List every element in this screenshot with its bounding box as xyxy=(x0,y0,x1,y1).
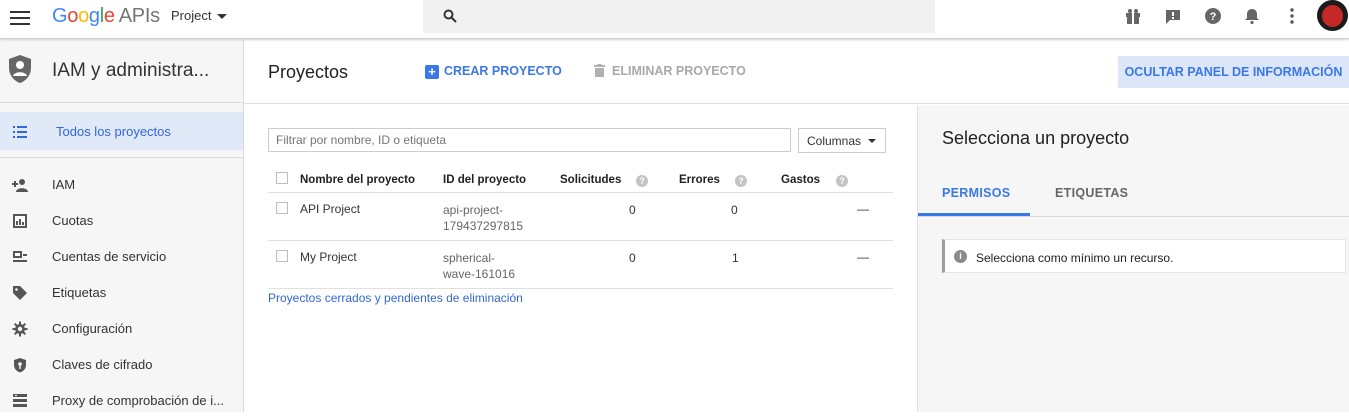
menu-icon[interactable] xyxy=(10,8,32,30)
project-picker-label: Project xyxy=(171,8,212,23)
top-app-bar: Google APIs Project ? xyxy=(0,0,1349,39)
costs-value: — xyxy=(857,202,869,216)
hide-info-panel-button[interactable]: OCULTAR PANEL DE INFORMACIÓN xyxy=(1118,56,1349,88)
avatar[interactable] xyxy=(1317,0,1348,31)
project-id-line1: spherical- xyxy=(443,251,496,265)
page-title: Proyectos xyxy=(268,62,349,82)
sidebar-item-labels[interactable]: Etiquetas xyxy=(0,275,243,311)
row-checkbox[interactable] xyxy=(276,202,288,214)
delete-project-button[interactable]: ELIMINAR PROYECTO xyxy=(594,64,746,78)
sidebar-item-quotas[interactable]: Cuotas xyxy=(0,203,243,239)
sidebar-item-label: Cuentas de servicio xyxy=(52,249,167,264)
sidebar-item-label: Configuración xyxy=(52,321,133,336)
shield-person-icon xyxy=(9,55,31,83)
label-icon xyxy=(13,286,27,300)
row-checkbox[interactable] xyxy=(276,250,288,262)
quota-icon xyxy=(13,214,27,228)
costs-value: — xyxy=(857,250,869,264)
tab-labels[interactable]: ETIQUETAS xyxy=(1055,186,1128,200)
help-icon[interactable]: ? xyxy=(735,175,747,187)
person-add-icon xyxy=(12,179,28,192)
logo-google-text: G xyxy=(52,5,68,27)
project-name[interactable]: My Project xyxy=(300,249,357,265)
info-notice: i Selecciona como mínimo un recurso. xyxy=(942,239,1346,273)
project-name[interactable]: API Project xyxy=(300,201,360,217)
column-header-errors[interactable]: Errores xyxy=(679,174,720,186)
chevron-down-icon xyxy=(868,139,876,143)
sidebar-header: IAM y administra... xyxy=(0,40,243,103)
info-panel-tabs: PERMISOS ETIQUETAS xyxy=(918,170,1349,217)
chevron-down-icon xyxy=(217,14,228,20)
info-icon: i xyxy=(954,250,967,263)
search-icon xyxy=(443,9,457,23)
list-icon xyxy=(13,126,27,138)
sidebar-item-label: Cuotas xyxy=(52,213,94,228)
search-input[interactable] xyxy=(469,6,909,28)
help-icon[interactable]: ? xyxy=(636,175,648,187)
sidebar-item-label: Proxy de comprobación de i... xyxy=(52,393,224,408)
svg-text:?: ? xyxy=(1210,11,1217,23)
help-icon[interactable]: ? xyxy=(836,175,848,187)
sidebar-item-settings[interactable]: Configuración xyxy=(0,311,243,347)
create-project-label: CREAR PROYECTO xyxy=(444,64,562,78)
table-row[interactable]: API Project api-project- 179437297815 0 … xyxy=(268,193,893,241)
gift-icon[interactable] xyxy=(1124,7,1142,25)
column-header-costs[interactable]: Gastos xyxy=(781,174,820,186)
sidebar-item-iam[interactable]: IAM xyxy=(0,167,243,203)
help-icon[interactable]: ? xyxy=(1204,7,1222,25)
project-id-line2: wave-161016 xyxy=(443,267,516,281)
closed-projects-link[interactable]: Proyectos cerrados y pendientes de elimi… xyxy=(268,291,523,305)
columns-label: Columnas xyxy=(807,134,862,148)
sidebar-divider xyxy=(0,157,243,158)
project-picker[interactable]: Project xyxy=(171,8,228,23)
google-apis-logo[interactable]: Google APIs xyxy=(52,5,160,28)
info-panel-title: Selecciona un proyecto xyxy=(942,128,1130,148)
sidebar-item-label: Claves de cifrado xyxy=(52,357,153,372)
select-all-checkbox[interactable] xyxy=(276,172,288,184)
table-header-row: Nombre del proyecto ID del proyecto Soli… xyxy=(268,167,893,193)
notice-message: Selecciona como mínimo un recurso. xyxy=(976,251,1174,265)
service-account-icon xyxy=(13,251,27,262)
requests-value: 0 xyxy=(629,251,636,265)
project-id-line2: 179437297815 xyxy=(443,219,524,233)
trash-icon xyxy=(594,64,605,77)
sidebar-item-label: Etiquetas xyxy=(52,285,107,300)
filter-input[interactable] xyxy=(268,128,791,152)
sidebar-item-identity-aware-proxy[interactable]: Proxy de comprobación de i... xyxy=(0,383,243,419)
page-header: Proyectos + CREAR PROYECTO ELIMINAR PROYE… xyxy=(244,40,1349,104)
sidebar-item-encryption-keys[interactable]: Claves de cifrado xyxy=(0,347,243,383)
columns-dropdown[interactable]: Columnas xyxy=(798,128,886,153)
errors-value: 0 xyxy=(731,203,738,217)
projects-content: Columnas Nombre del proyecto ID del proy… xyxy=(244,105,917,412)
gear-icon xyxy=(12,321,28,337)
active-tab-indicator xyxy=(918,213,1030,216)
column-header-name[interactable]: Nombre del proyecto xyxy=(300,174,415,186)
sidebar-item-service-accounts[interactable]: Cuentas de servicio xyxy=(0,239,243,275)
more-vert-icon[interactable] xyxy=(1283,7,1301,25)
sidebar-item-label: IAM xyxy=(52,177,76,192)
project-id-line1: api-project- xyxy=(443,203,504,217)
shield-key-icon xyxy=(14,358,26,373)
delete-project-label: ELIMINAR PROYECTO xyxy=(612,64,746,78)
create-project-button[interactable]: + CREAR PROYECTO xyxy=(425,64,562,79)
add-box-icon: + xyxy=(425,65,439,79)
tab-permissions[interactable]: PERMISOS xyxy=(942,186,1010,200)
feedback-icon[interactable] xyxy=(1164,7,1182,25)
sidebar-item-all-projects[interactable]: Todos los proyectos xyxy=(0,112,243,150)
search-bar xyxy=(423,0,935,33)
column-header-requests[interactable]: Solicitudes xyxy=(560,174,621,186)
proxy-icon xyxy=(13,394,27,407)
table-row[interactable]: My Project spherical- wave-161016 0 1 — xyxy=(268,241,893,289)
info-panel: Selecciona un proyecto PERMISOS ETIQUETA… xyxy=(917,105,1349,412)
sidebar: IAM y administra... Todos los proyectos … xyxy=(0,40,244,412)
requests-value: 0 xyxy=(629,203,636,217)
sidebar-title: IAM y administra... xyxy=(52,60,210,81)
sidebar-item-label: Todos los proyectos xyxy=(56,124,171,139)
errors-value: 1 xyxy=(732,251,739,265)
notifications-icon[interactable] xyxy=(1243,7,1261,25)
logo-apis-text: APIs xyxy=(118,5,160,27)
column-header-id[interactable]: ID del proyecto xyxy=(443,174,526,186)
